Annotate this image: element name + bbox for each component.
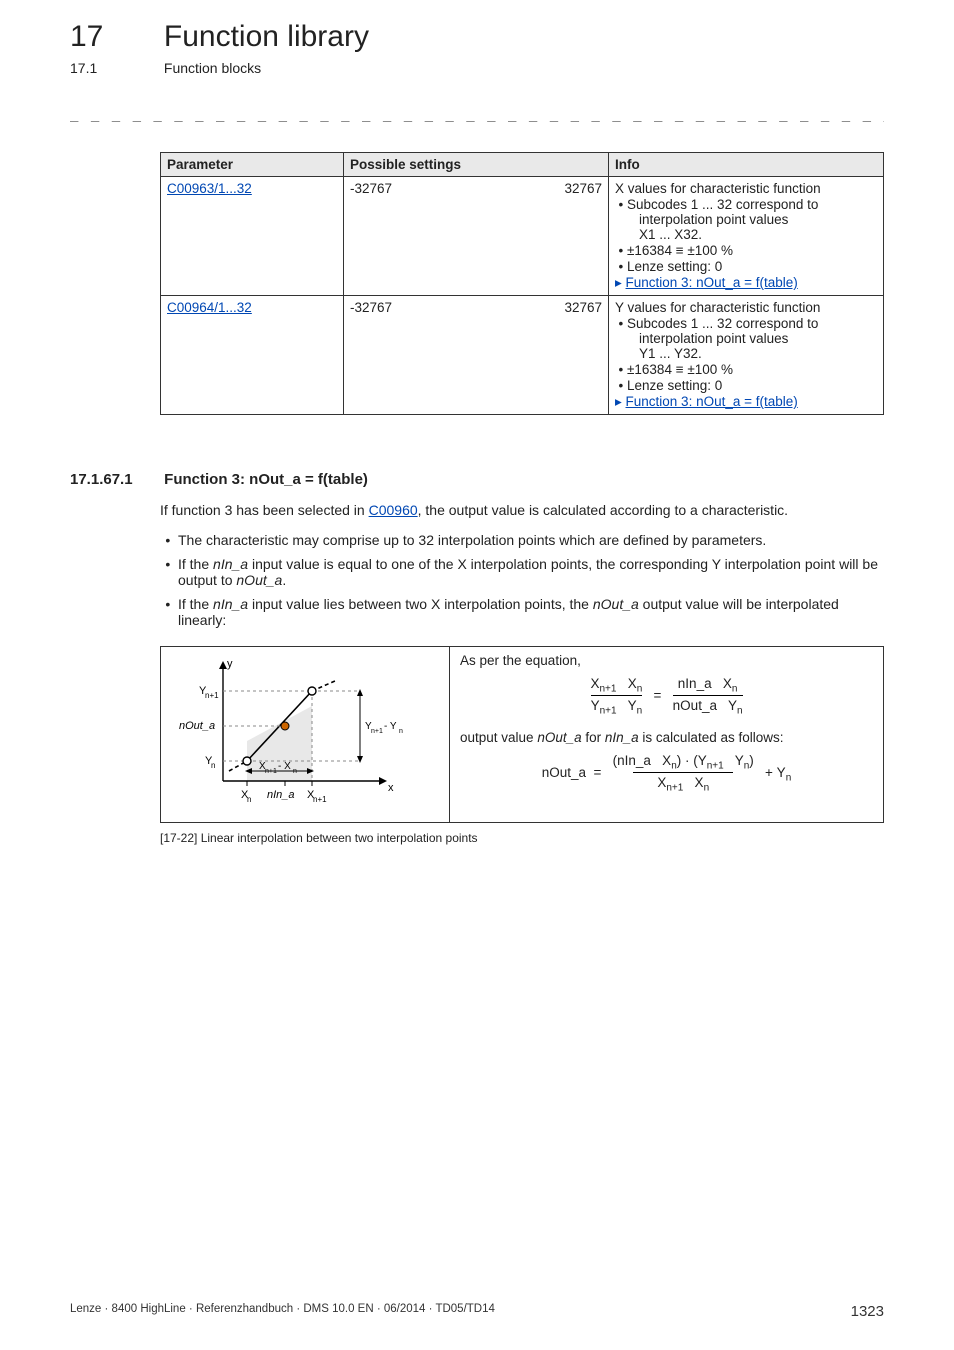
section-number: 17.1 (70, 60, 160, 76)
svg-text:x: x (388, 782, 394, 794)
svg-text:n: n (399, 728, 403, 735)
page-footer: Lenze · 8400 HighLine · Referenzhandbuch… (70, 1303, 884, 1320)
divider: _ _ _ _ _ _ _ _ _ _ _ _ _ _ _ _ _ _ _ _ … (70, 106, 884, 122)
th-parameter: Parameter (161, 153, 344, 177)
ratio-equation: Xn+1 Xn Yn+1 Yn = nIn_a Xn nOut_a Yn (460, 676, 873, 716)
list-item: If the nIn_a input value lies between tw… (178, 596, 884, 628)
info-cell: X values for characteristic function Sub… (609, 177, 884, 296)
bullet-list: The characteristic may comprise up to 32… (160, 532, 884, 628)
figure-box: y x Yn+1 nOut_a Yn Xn nIn_a Xn+1 Xn+1- X… (160, 646, 884, 823)
svg-text:n+1: n+1 (265, 768, 277, 775)
equation-panel: As per the equation, Xn+1 Xn Yn+1 Yn = n… (450, 647, 883, 822)
svg-text:nOut_a: nOut_a (179, 720, 215, 732)
max-value: 32767 (436, 296, 609, 415)
svg-text:n+1: n+1 (313, 795, 327, 804)
function-link[interactable]: Function 3: nOut_a = f(table) (626, 275, 798, 290)
page-number: 1323 (851, 1303, 884, 1320)
chapter-title: Function library (164, 20, 369, 54)
svg-text:- X: - X (278, 761, 291, 772)
subsection-title: Function 3: nOut_a = f(table) (164, 471, 368, 488)
function-link[interactable]: Function 3: nOut_a = f(table) (626, 394, 798, 409)
max-value: 32767 (436, 177, 609, 296)
min-value: -32767 (344, 177, 437, 296)
param-link[interactable]: C00963/1...32 (167, 181, 252, 196)
svg-text:y: y (227, 658, 233, 670)
footer-text: Lenze · 8400 HighLine · Referenzhandbuch… (70, 1303, 495, 1320)
svg-text:- Y: - Y (384, 721, 397, 732)
figure-caption: [17-22] Linear interpolation between two… (160, 831, 884, 845)
subsection-number: 17.1.67.1 (70, 471, 160, 488)
result-equation: nOut_a = (nIn_a Xn) · (Yn+1 Yn) Xn+1 Xn … (460, 753, 873, 793)
svg-text:n: n (247, 795, 251, 804)
triangle-right-icon: ▸ (615, 394, 626, 409)
th-info: Info (609, 153, 884, 177)
svg-text:n+1: n+1 (371, 728, 383, 735)
table-row: C00963/1...32 -32767 32767 X values for … (161, 177, 884, 296)
svg-text:n: n (293, 768, 297, 775)
intro-paragraph: If function 3 has been selected in C0096… (160, 502, 884, 518)
list-item: The characteristic may comprise up to 32… (178, 532, 884, 548)
triangle-right-icon: ▸ (615, 275, 626, 290)
list-item: If the nIn_a input value is equal to one… (178, 556, 884, 588)
parameter-table: Parameter Possible settings Info C00963/… (160, 152, 884, 415)
svg-text:nIn_a: nIn_a (267, 789, 295, 801)
table-row: C00964/1...32 -32767 32767 Y values for … (161, 296, 884, 415)
svg-text:n+1: n+1 (205, 691, 219, 700)
chapter-number: 17 (70, 20, 160, 54)
info-cell: Y values for characteristic function Sub… (609, 296, 884, 415)
param-link[interactable]: C00964/1...32 (167, 300, 252, 315)
min-value: -32767 (344, 296, 437, 415)
code-link[interactable]: C00960 (369, 502, 418, 518)
th-possible-settings: Possible settings (344, 153, 609, 177)
interpolation-graph: y x Yn+1 nOut_a Yn Xn nIn_a Xn+1 Xn+1- X… (161, 647, 450, 822)
section-title: Function blocks (164, 60, 261, 76)
svg-text:n: n (211, 761, 215, 770)
